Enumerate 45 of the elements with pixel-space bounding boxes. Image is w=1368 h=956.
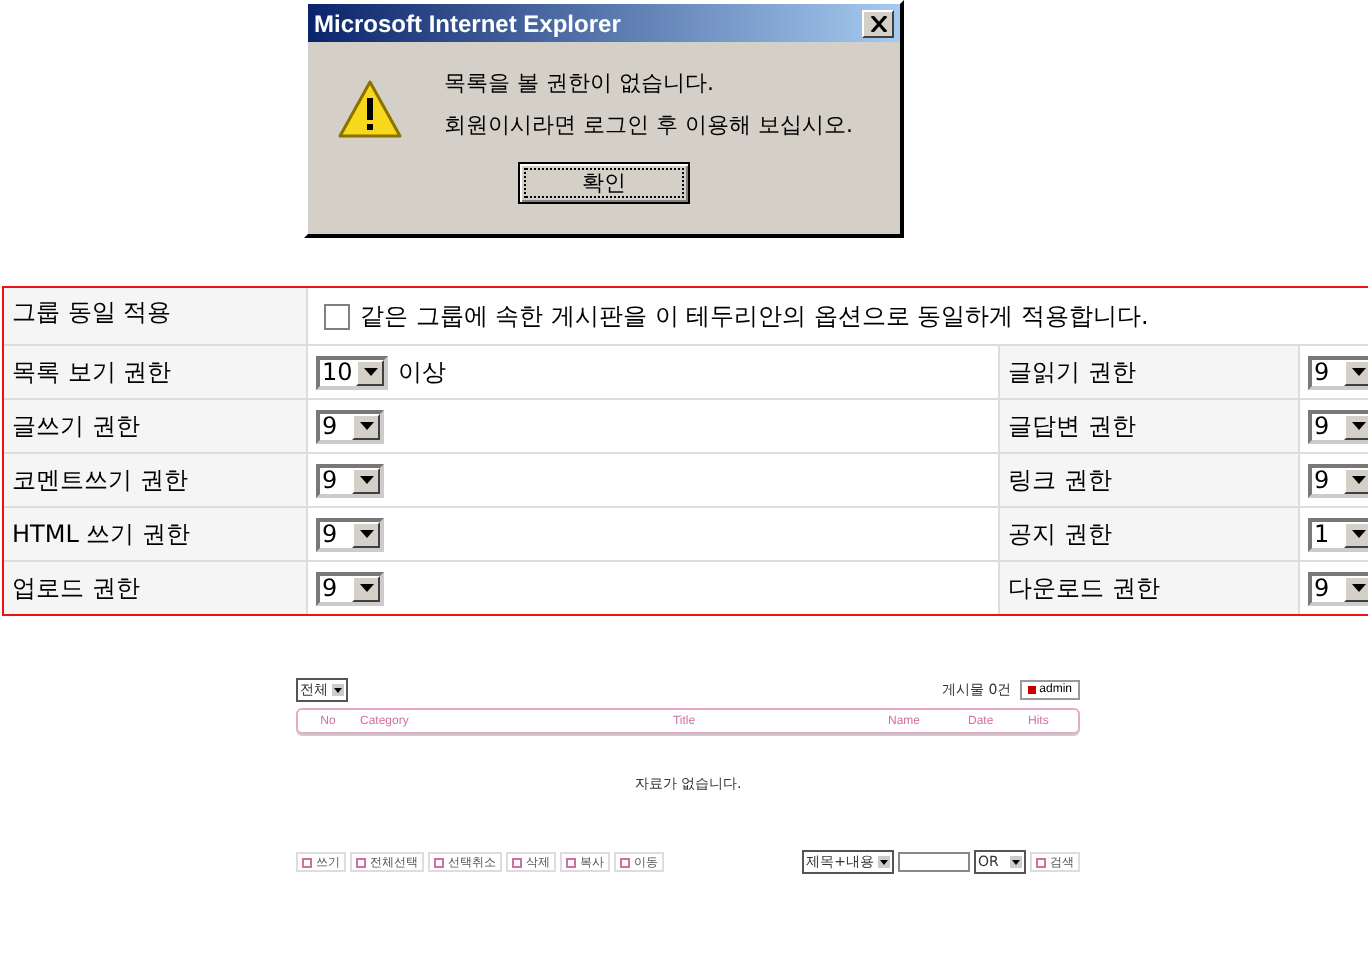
- row-label: 그룹 동일 적용: [4, 288, 308, 344]
- level-select[interactable]: 9: [1308, 571, 1368, 605]
- row-label: 공지 권한: [1000, 508, 1300, 560]
- checkbox-label: 같은 그룹에 속한 게시판을 이 테두리안의 옵션으로 동일하게 적용합니다.: [360, 299, 1149, 333]
- level-select[interactable]: 9: [316, 571, 384, 605]
- caret-icon: [359, 530, 373, 538]
- caret-icon: [359, 584, 373, 592]
- caret-icon: [359, 422, 373, 430]
- caret-icon: [1351, 530, 1365, 538]
- level-select[interactable]: 10: [316, 355, 388, 389]
- level-select[interactable]: 9: [1308, 355, 1368, 389]
- row-label: 링크 권한: [1000, 454, 1300, 506]
- caret-icon: [332, 684, 344, 696]
- row-label: HTML 쓰기 권한: [4, 508, 308, 560]
- ok-button[interactable]: 확인: [518, 162, 690, 204]
- checkbox[interactable]: [324, 303, 350, 329]
- row-label: 목록 보기 권한: [4, 346, 308, 398]
- row-label: 업로드 권한: [4, 562, 308, 614]
- level-select[interactable]: 1: [1308, 517, 1368, 551]
- level-select[interactable]: 9: [316, 463, 384, 497]
- level-select[interactable]: 9: [316, 517, 384, 551]
- close-button[interactable]: [862, 9, 894, 37]
- row-label: 글답변 권한: [1000, 400, 1300, 452]
- alert-message: 목록을 볼 권한이 없습니다.: [444, 70, 716, 98]
- caret-icon: [1351, 368, 1365, 376]
- level-select[interactable]: 9: [316, 409, 384, 443]
- warning-icon: [336, 78, 404, 142]
- caret-icon: [363, 368, 377, 376]
- suffix-text: 이상: [398, 355, 446, 389]
- row-label: 코멘트쓰기 권한: [4, 454, 308, 506]
- window-title: Microsoft Internet Explorer: [314, 9, 621, 37]
- level-select[interactable]: 9: [1308, 409, 1368, 443]
- caret-icon: [1010, 856, 1022, 868]
- row-label: 글읽기 권한: [1000, 346, 1300, 398]
- caret-icon: [1351, 584, 1365, 592]
- alert-message: 회원이시라면 로그인 후 이용해 보십시오.: [444, 112, 853, 140]
- caret-icon: [878, 856, 890, 868]
- row-label: 글쓰기 권한: [4, 400, 308, 452]
- close-icon: [869, 15, 887, 31]
- row-label: 다운로드 권한: [1000, 562, 1300, 614]
- search-input[interactable]: [898, 852, 970, 872]
- level-select[interactable]: 9: [1308, 463, 1368, 497]
- caret-icon: [1351, 476, 1365, 484]
- caret-icon: [1351, 422, 1365, 430]
- caret-icon: [359, 476, 373, 484]
